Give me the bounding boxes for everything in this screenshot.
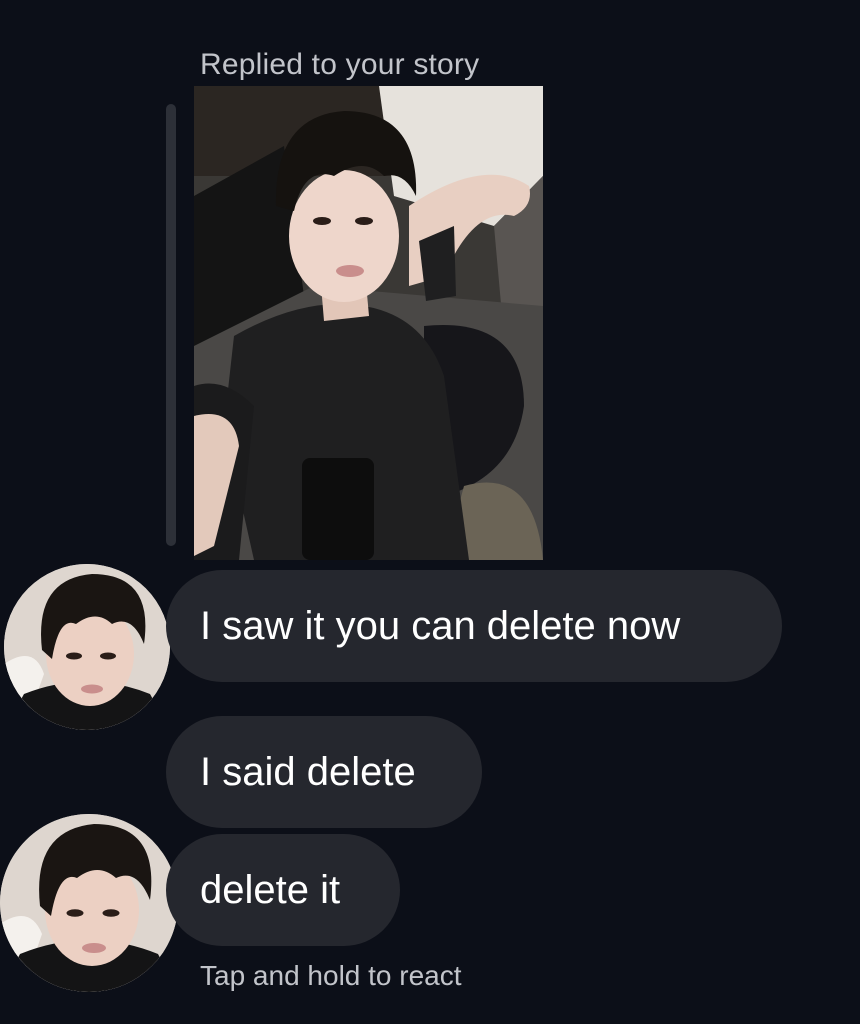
story-photo-icon [194,86,543,560]
message-text: I said delete [200,750,416,794]
story-reply-label: Replied to your story [200,48,480,81]
contact-avatar-icon [0,814,178,992]
message-text: I saw it you can delete now [200,604,681,648]
react-hint: Tap and hold to react [200,960,462,991]
story-thumbnail[interactable] [194,86,543,560]
contact-avatar[interactable] [4,564,170,730]
message-bubble[interactable]: I said delete [166,716,482,828]
reply-indicator-bar [166,104,176,546]
message-bubble[interactable]: delete it [166,834,400,946]
message-bubble[interactable]: I saw it you can delete now [166,570,782,682]
dm-thread-screen: Replied to your story I saw it you can d… [0,0,860,1024]
message-text: delete it [200,868,341,912]
contact-avatar-icon [4,564,170,730]
contact-avatar[interactable] [0,814,178,992]
